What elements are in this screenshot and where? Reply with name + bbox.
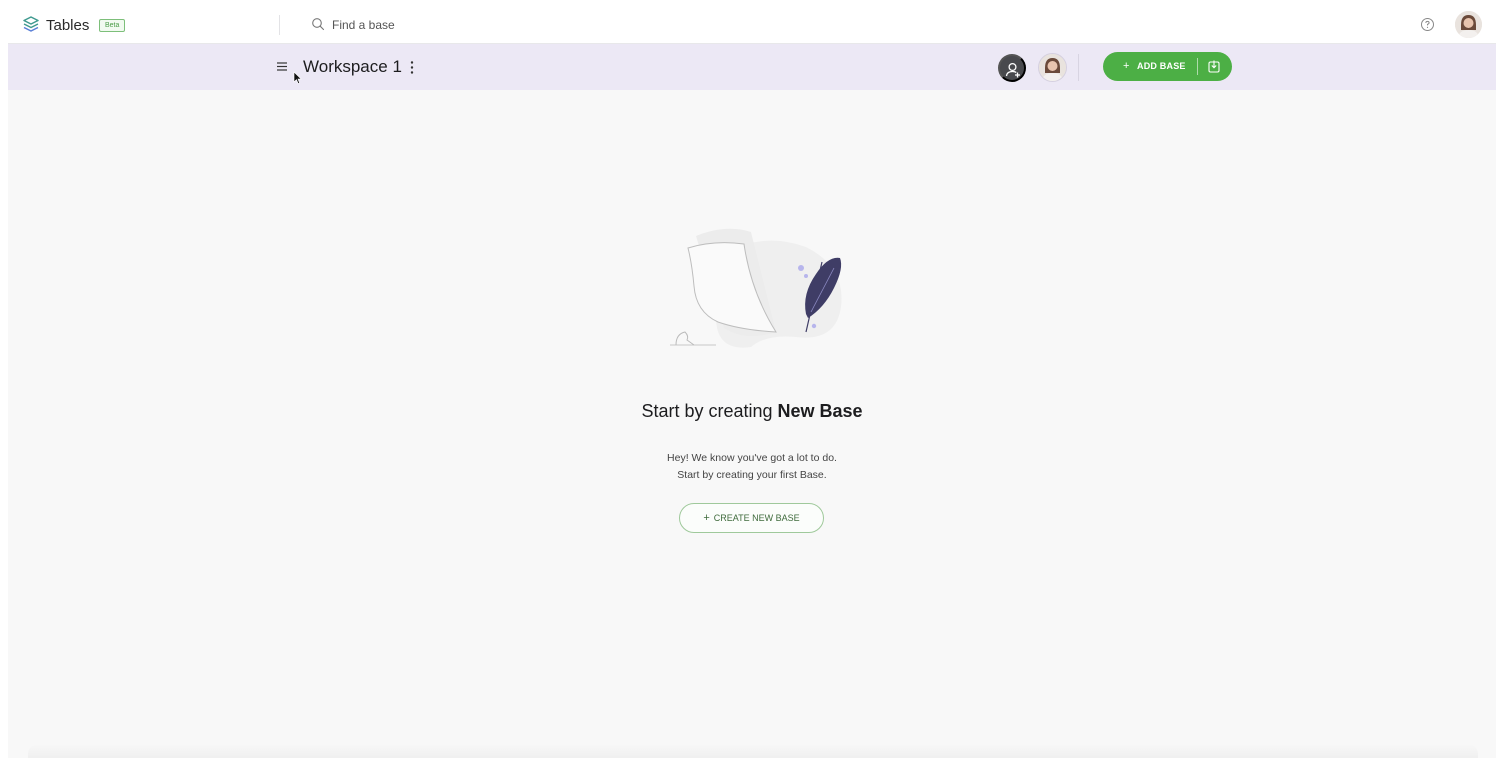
workspace-bar: Workspace 1 + ADD BASE: [8, 44, 1496, 90]
help-icon[interactable]: [1420, 17, 1435, 32]
plus-icon: +: [1123, 60, 1130, 72]
member-avatar[interactable]: [1038, 53, 1067, 82]
empty-state-description: Hey! We know you've got a lot to do. Sta…: [552, 450, 952, 484]
app-name[interactable]: Tables: [46, 17, 89, 34]
description-line: Start by creating your first Base.: [677, 469, 827, 481]
create-new-base-label: CREATE NEW BASE: [713, 513, 800, 523]
user-avatar[interactable]: [1455, 11, 1482, 38]
import-icon: [1208, 60, 1220, 73]
add-base-button[interactable]: + ADD BASE: [1103, 52, 1197, 81]
hamburger-menu-icon[interactable]: [276, 61, 288, 72]
top-bar: Tables Beta: [8, 6, 1496, 44]
create-new-base-button[interactable]: + CREATE NEW BASE: [679, 503, 824, 533]
heading-prefix: Start by creating: [641, 401, 773, 421]
member-avatar-image: [1039, 54, 1066, 81]
search-input[interactable]: [332, 15, 592, 35]
add-base-label: ADD BASE: [1137, 61, 1186, 71]
add-member-button[interactable]: [998, 54, 1026, 82]
vertical-dots-icon[interactable]: [409, 60, 415, 75]
search-icon: [312, 18, 325, 31]
tables-logo-icon[interactable]: [21, 15, 41, 35]
user-avatar-image: [1455, 11, 1482, 38]
divider: [1078, 54, 1079, 81]
description-line: Hey! We know you've got a lot to do.: [667, 452, 837, 464]
beta-badge: Beta: [99, 19, 126, 32]
empty-state-heading: Start by creating New Base: [552, 401, 952, 422]
bottom-panel-edge: [28, 744, 1478, 758]
app-window: Tables Beta Find a base Workspace 1 + AD…: [8, 6, 1496, 758]
search-bar: [308, 15, 608, 35]
import-base-button[interactable]: [1201, 57, 1227, 76]
empty-state-illustration: [670, 228, 842, 348]
workspace-title[interactable]: Workspace 1: [303, 57, 402, 77]
add-user-icon: [1005, 62, 1020, 78]
mouse-cursor-icon: [293, 71, 302, 84]
divider: [279, 15, 280, 35]
heading-bold: New Base: [777, 401, 863, 421]
add-base-split-button: + ADD BASE: [1103, 52, 1232, 81]
divider: [1197, 58, 1198, 75]
plus-icon: +: [703, 512, 710, 524]
